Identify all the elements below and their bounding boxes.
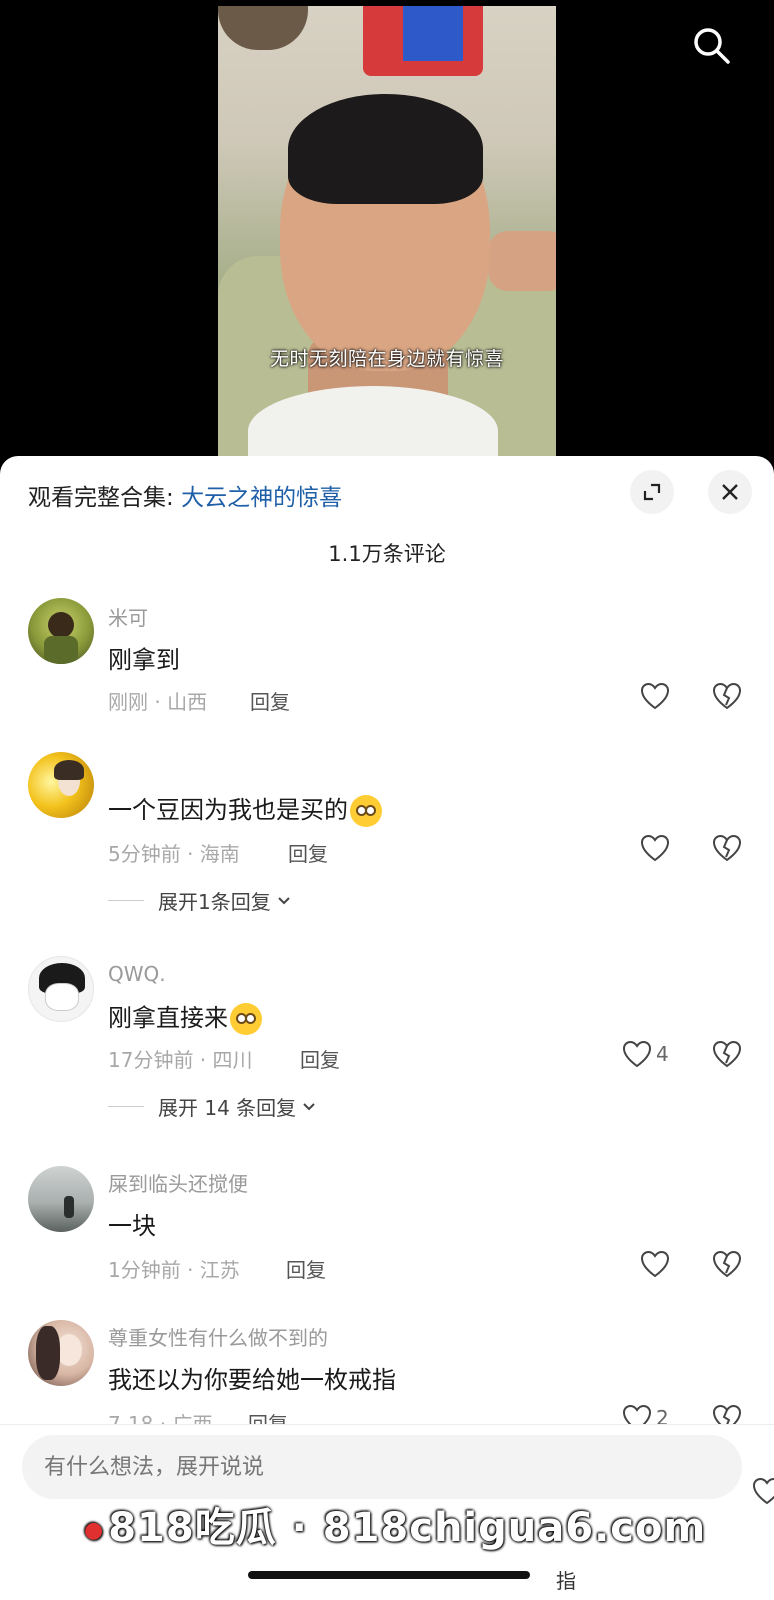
comment-time-location: 刚刚 · 山西 xyxy=(108,690,208,714)
heart-icon xyxy=(640,1250,670,1278)
comment-time-location: 17分钟前 · 四川 xyxy=(108,1048,253,1072)
like-button[interactable]: 4 xyxy=(622,1040,669,1068)
expand-replies-button[interactable]: 展开 14 条回复 xyxy=(108,1092,318,1121)
collection-title[interactable]: 大云之神的惊喜 xyxy=(181,485,342,511)
watermark: ● 818吃瓜 · 818chigua6.com xyxy=(84,1495,706,1553)
video-player[interactable]: 无时无刻陪在身边就有惊喜 xyxy=(0,0,774,470)
comment-count: 1.1万条评论 xyxy=(328,542,446,566)
broken-heart-icon xyxy=(712,1040,742,1068)
fullscreen-button[interactable] xyxy=(630,470,674,514)
comment-text-content: 刚拿直接来 xyxy=(108,1004,228,1032)
heart-icon xyxy=(622,1040,652,1068)
avatar-hair xyxy=(54,760,84,780)
comment-time-location: 5分钟前 · 海南 xyxy=(108,842,240,866)
comment-input-bar: ●818吃瓜 · 818chigua6.com 指 xyxy=(0,1424,774,1600)
broken-heart-icon xyxy=(712,1250,742,1278)
comment-text: 一块 xyxy=(108,1212,156,1240)
comment-time-location: 1分钟前 · 江苏 xyxy=(108,1258,240,1282)
avatar-face xyxy=(45,983,79,1011)
avatar-figure-body xyxy=(44,636,78,664)
expand-replies-label: 展开1条回复 xyxy=(158,890,271,914)
comment-username[interactable]: 屎到临头还搅便 xyxy=(108,1168,248,1197)
dislike-button[interactable] xyxy=(712,682,742,714)
close-icon xyxy=(722,484,738,500)
like-button[interactable] xyxy=(640,834,674,862)
collection-link[interactable]: 观看完整合集: 大云之神的惊喜 xyxy=(28,478,342,512)
avatar-figure xyxy=(64,1196,74,1218)
chevron-down-icon xyxy=(278,896,290,904)
like-button[interactable] xyxy=(640,682,674,710)
avatar[interactable] xyxy=(28,598,94,664)
reply-button[interactable]: 回复 xyxy=(286,1254,326,1283)
heart-icon xyxy=(640,834,670,862)
heart-icon xyxy=(640,682,670,710)
expand-replies-button[interactable]: 展开1条回复 xyxy=(108,886,293,915)
hair-shape xyxy=(288,94,483,204)
comment-text-content: 一个豆因为我也是买的 xyxy=(108,796,348,824)
like-count: 4 xyxy=(656,1042,669,1066)
comment-username[interactable]: 米可 xyxy=(108,602,148,631)
watermark-text: 818吃瓜 · 818chigua6.com xyxy=(108,1505,707,1551)
blue-object-shape xyxy=(403,6,463,61)
smug-emoji-icon xyxy=(230,1003,262,1035)
collection-prefix: 观看完整合集: xyxy=(28,485,182,511)
emoji-button[interactable] xyxy=(752,1477,774,1509)
comment-text: 我还以为你要给她一枚戒指 xyxy=(108,1366,396,1394)
broken-heart-icon xyxy=(712,682,742,710)
dislike-button[interactable] xyxy=(712,834,742,866)
teddy-bear-shape xyxy=(218,6,308,50)
avatar[interactable] xyxy=(28,1320,94,1386)
comment-username[interactable]: QWQ. xyxy=(108,962,166,986)
chevron-down-icon xyxy=(303,1102,315,1110)
heart-icon xyxy=(752,1477,774,1505)
search-icon xyxy=(694,28,730,64)
expand-replies-label: 展开 14 条回复 xyxy=(158,1096,297,1120)
video-frame[interactable]: 无时无刻陪在身边就有惊喜 xyxy=(218,6,556,458)
broken-heart-icon xyxy=(712,834,742,862)
expand-icon xyxy=(643,483,661,501)
reply-button[interactable]: 回复 xyxy=(300,1044,340,1073)
avatar[interactable] xyxy=(28,752,94,818)
close-button[interactable] xyxy=(708,470,752,514)
avatar[interactable] xyxy=(28,1166,94,1232)
home-indicator[interactable] xyxy=(248,1571,530,1579)
arm-shape xyxy=(488,231,556,291)
divider-dash xyxy=(108,1106,144,1107)
screen: 无时无刻陪在身边就有惊喜 观看完整合集: 大云之神的惊喜 1.1万条评论 米可 … xyxy=(0,0,774,1600)
video-subtitle: 无时无刻陪在身边就有惊喜 xyxy=(269,348,504,370)
divider-dash xyxy=(108,900,144,901)
comment-text: 刚拿直接来 xyxy=(108,998,262,1035)
reply-button[interactable]: 回复 xyxy=(288,838,328,867)
comment-text: 一个豆因为我也是买的 xyxy=(108,790,382,827)
comment-text: 刚拿到 xyxy=(108,646,180,674)
search-button[interactable] xyxy=(690,24,734,68)
comment-input[interactable] xyxy=(22,1435,742,1499)
avatar-hair xyxy=(36,1326,60,1380)
overlapping-text: 指 xyxy=(556,1569,576,1593)
eye-roll-emoji-icon xyxy=(350,795,382,827)
like-button[interactable] xyxy=(640,1250,674,1278)
reply-button[interactable]: 回复 xyxy=(250,686,290,715)
dislike-button[interactable] xyxy=(712,1040,742,1072)
avatar[interactable] xyxy=(28,956,94,1022)
comment-username[interactable]: 尊重女性有什么做不到的 xyxy=(108,1322,328,1351)
dislike-button[interactable] xyxy=(712,1250,742,1282)
watermark-dot-icon: ● xyxy=(84,1517,105,1543)
avatar-figure xyxy=(48,612,74,638)
